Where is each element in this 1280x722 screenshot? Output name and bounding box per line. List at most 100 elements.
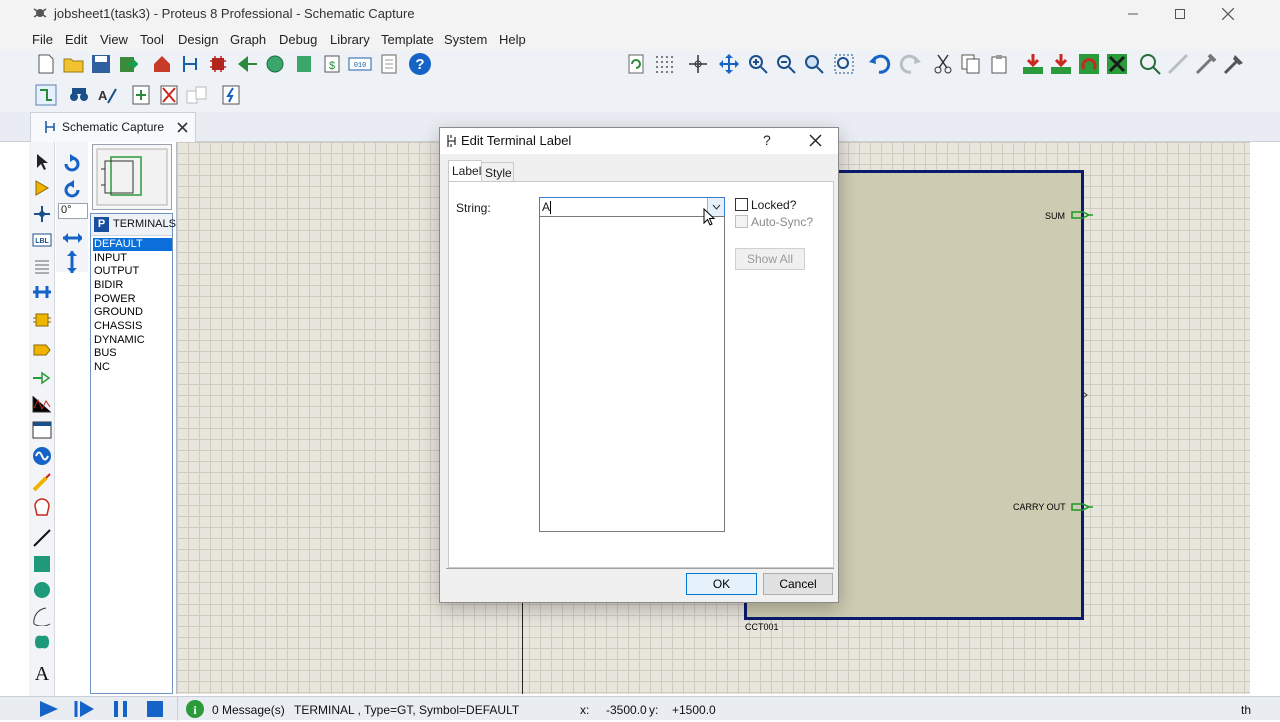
mirror-horizontal-icon[interactable]	[62, 228, 82, 248]
mirror-vertical-icon[interactable]	[62, 251, 82, 273]
3d-visualizer-icon[interactable]	[263, 52, 287, 76]
graph-mode-icon[interactable]	[32, 394, 52, 414]
messages-count[interactable]: 0 Message(s)	[212, 703, 285, 717]
tab-schematic-capture[interactable]: Schematic Capture	[30, 112, 196, 142]
simulation-icon[interactable]	[235, 52, 259, 76]
zoom-all-icon[interactable]	[802, 52, 826, 76]
terminal-item-chassis[interactable]: CHASSIS	[93, 320, 172, 333]
pick-parts-icon[interactable]	[1138, 52, 1162, 76]
locked-checkbox[interactable]	[735, 198, 748, 211]
exit-to-parent-icon[interactable]	[185, 83, 209, 107]
block-rotate-icon[interactable]	[1077, 52, 1101, 76]
dialog-help-button[interactable]: ?	[763, 132, 771, 148]
box-mode-icon[interactable]	[32, 554, 52, 574]
origin-icon[interactable]	[686, 52, 710, 76]
terminal-item-default[interactable]: DEFAULT	[93, 238, 172, 251]
messages-button[interactable]: i	[185, 699, 205, 722]
component-mode-icon[interactable]	[32, 178, 52, 198]
arc-mode-icon[interactable]	[32, 606, 52, 626]
text-script-mode-icon[interactable]	[32, 256, 52, 276]
menu-template[interactable]: Template	[381, 32, 434, 47]
maximize-button[interactable]	[1157, 0, 1203, 28]
property-assignment-icon[interactable]: A	[95, 83, 119, 107]
zoom-in-icon[interactable]	[746, 52, 770, 76]
grid-toggle-icon[interactable]	[652, 52, 676, 76]
selection-mode-icon[interactable]	[32, 152, 52, 172]
voltage-probe-mode-icon[interactable]	[32, 472, 52, 492]
block-delete-icon[interactable]	[1105, 52, 1129, 76]
bill-of-materials-icon[interactable]: $	[320, 52, 344, 76]
terminals-mode-icon[interactable]	[32, 340, 52, 360]
show-all-button[interactable]: Show All	[735, 248, 805, 270]
cancel-button[interactable]: Cancel	[763, 573, 833, 595]
auto-sync-checkbox[interactable]	[735, 215, 748, 228]
decompose-icon[interactable]	[1222, 52, 1246, 76]
tab-style[interactable]: Style	[482, 162, 514, 182]
rotate-clockwise-icon[interactable]	[62, 154, 82, 174]
menu-design[interactable]: Design	[178, 32, 218, 47]
closed-path-mode-icon[interactable]	[32, 632, 52, 652]
virtual-instruments-mode-icon[interactable]	[32, 498, 52, 518]
zoom-out-icon[interactable]	[774, 52, 798, 76]
minimize-button[interactable]	[1110, 0, 1156, 28]
menu-library[interactable]: Library	[330, 32, 370, 47]
line-mode-icon[interactable]	[32, 528, 52, 548]
tape-recorder-mode-icon[interactable]	[32, 420, 52, 440]
packaging-tool-icon[interactable]	[1194, 52, 1218, 76]
open-folder-icon[interactable]	[62, 52, 86, 76]
cut-icon[interactable]	[931, 52, 955, 76]
gerber-viewer-icon[interactable]	[292, 52, 316, 76]
block-copy-icon[interactable]	[1021, 52, 1045, 76]
tab-label[interactable]: Label	[448, 160, 482, 182]
step-simulation-button[interactable]	[74, 700, 96, 721]
new-file-icon[interactable]	[34, 52, 58, 76]
schematic-icon[interactable]	[178, 52, 202, 76]
save-icon[interactable]	[89, 52, 113, 76]
buses-mode-icon[interactable]	[32, 282, 52, 302]
block-move-icon[interactable]	[1049, 52, 1073, 76]
junction-dot-mode-icon[interactable]	[32, 204, 52, 224]
carry-out-terminal-icon[interactable]	[1071, 503, 1093, 511]
run-simulation-button[interactable]	[38, 700, 60, 721]
pcb-layout-icon[interactable]	[206, 52, 230, 76]
menu-tool[interactable]: Tool	[140, 32, 164, 47]
subcircuit-mode-icon[interactable]	[32, 310, 52, 330]
terminal-item-ground[interactable]: GROUND	[93, 306, 172, 319]
help-icon[interactable]: ?	[408, 52, 432, 76]
copy-icon[interactable]	[959, 52, 983, 76]
text-mode-icon[interactable]: A	[32, 662, 52, 682]
stop-simulation-button[interactable]	[146, 700, 164, 721]
sum-terminal-icon[interactable]	[1071, 211, 1093, 219]
string-combobox[interactable]: A	[539, 197, 725, 217]
menu-help[interactable]: Help	[499, 32, 526, 47]
design-notes-icon[interactable]	[377, 52, 401, 76]
make-device-icon[interactable]	[1166, 52, 1190, 76]
terminal-item-power[interactable]: POWER	[93, 293, 172, 306]
string-dropdown-list[interactable]	[539, 216, 725, 532]
home-icon[interactable]	[150, 52, 174, 76]
terminal-item-bidir[interactable]: BIDIR	[93, 279, 172, 292]
search-tag-icon[interactable]	[67, 83, 91, 107]
string-input[interactable]: A	[542, 200, 550, 214]
generator-mode-icon[interactable]	[32, 446, 52, 466]
pause-simulation-button[interactable]	[112, 700, 130, 721]
circle-mode-icon[interactable]	[32, 580, 52, 600]
terminal-item-input[interactable]: INPUT	[93, 252, 172, 265]
redo-icon[interactable]	[898, 52, 922, 76]
menu-graph[interactable]: Graph	[230, 32, 266, 47]
refresh-icon[interactable]	[624, 52, 648, 76]
terminal-item-output[interactable]: OUTPUT	[93, 265, 172, 278]
zoom-area-icon[interactable]	[832, 52, 856, 76]
rotate-anticlockwise-icon[interactable]	[62, 180, 82, 200]
source-code-icon[interactable]: 010	[347, 52, 373, 76]
menu-view[interactable]: View	[100, 32, 128, 47]
toggle-wire-autorouter-icon[interactable]	[34, 83, 58, 107]
device-pins-mode-icon[interactable]	[32, 368, 52, 388]
pick-devices-button[interactable]: P	[94, 217, 109, 232]
electrical-rules-check-icon[interactable]	[219, 83, 243, 107]
pan-icon[interactable]	[717, 52, 741, 76]
dialog-close-icon[interactable]	[809, 134, 822, 147]
wire-label-mode-icon[interactable]: LBL	[32, 230, 52, 250]
close-tab-icon[interactable]	[177, 122, 188, 133]
menu-file[interactable]: File	[32, 32, 53, 47]
